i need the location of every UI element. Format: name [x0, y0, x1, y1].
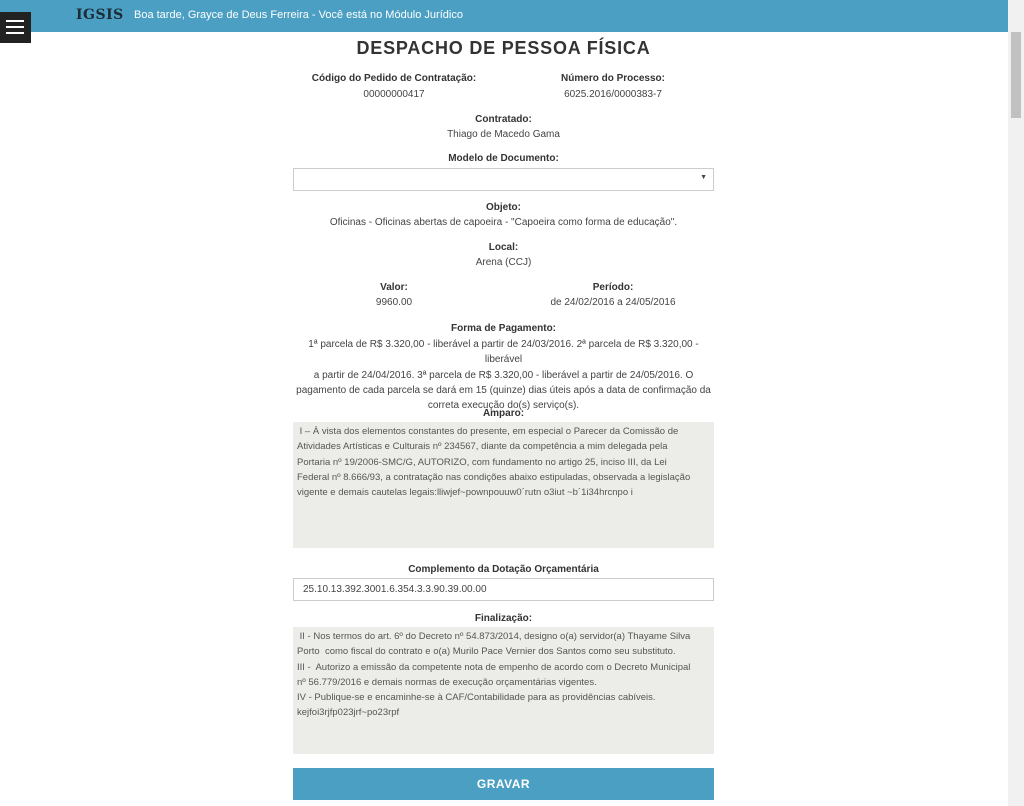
scrollbar-thumb[interactable] [1011, 32, 1021, 118]
valor-label: Valor: [380, 282, 408, 293]
contratado-label: Contratado: [475, 114, 532, 125]
gravar-button[interactable]: GRAVAR [293, 768, 714, 800]
finalizacao-textarea[interactable]: II - Nos termos do art. 6º do Decreto nº… [293, 627, 714, 754]
chevron-down-icon: ▼ [700, 174, 707, 181]
processo-value: 6025.2016/0000383-7 [564, 89, 662, 100]
dotacao-input[interactable]: 25.10.13.392.3001.6.354.3.3.90.39.00.00 [293, 578, 714, 601]
pagamento-line: pagamento de cada parcela se dará em 15 … [296, 384, 711, 396]
brand-logo[interactable]: IGSIS [76, 7, 124, 23]
top-navbar: IGSIS Boa tarde, Grayce de Deus Ferreira… [0, 0, 1008, 32]
menu-icon[interactable] [0, 12, 31, 43]
amparo-label: Amparo: [482, 408, 525, 419]
local-value: Arena (CCJ) [475, 257, 532, 268]
processo-label: Número do Processo: [561, 73, 665, 84]
pagamento-line: a partir de 24/04/2016. 3ª parcela de R$… [313, 369, 694, 381]
objeto-value: Oficinas - Oficinas abertas de capoeira … [329, 217, 678, 228]
modelo-label: Modelo de Documento: [448, 153, 559, 164]
pagamento-label: Forma de Pagamento: [450, 323, 557, 334]
contratado-value: Thiago de Macedo Gama [447, 129, 560, 140]
finalizacao-label: Finalização: [474, 613, 533, 624]
valor-value: 9960.00 [375, 297, 413, 308]
objeto-label: Objeto: [486, 202, 521, 213]
page-scrollbar[interactable] [1008, 0, 1024, 806]
pagamento-text: 1ª parcela de R$ 3.320,00 - liberável a … [293, 337, 714, 413]
pedido-value: 00000000417 [363, 89, 425, 100]
pagamento-line: 1ª parcela de R$ 3.320,00 - liberável a … [308, 339, 699, 366]
local-label: Local: [488, 242, 519, 253]
periodo-label: Período: [592, 282, 634, 293]
dotacao-label: Complemento da Dotação Orçamentária [408, 564, 599, 575]
user-greeting: Boa tarde, Grayce de Deus Ferreira - Voc… [134, 9, 463, 21]
page-title: DESPACHO DE PESSOA FÍSICA [356, 38, 651, 58]
modelo-documento-select[interactable]: ▼ [293, 168, 714, 191]
periodo-value: de 24/02/2016 a 24/05/2016 [550, 297, 676, 308]
amparo-textarea[interactable]: I – À vista dos elementos constantes do … [293, 422, 714, 548]
pedido-label: Código do Pedido de Contratação: [311, 73, 477, 84]
